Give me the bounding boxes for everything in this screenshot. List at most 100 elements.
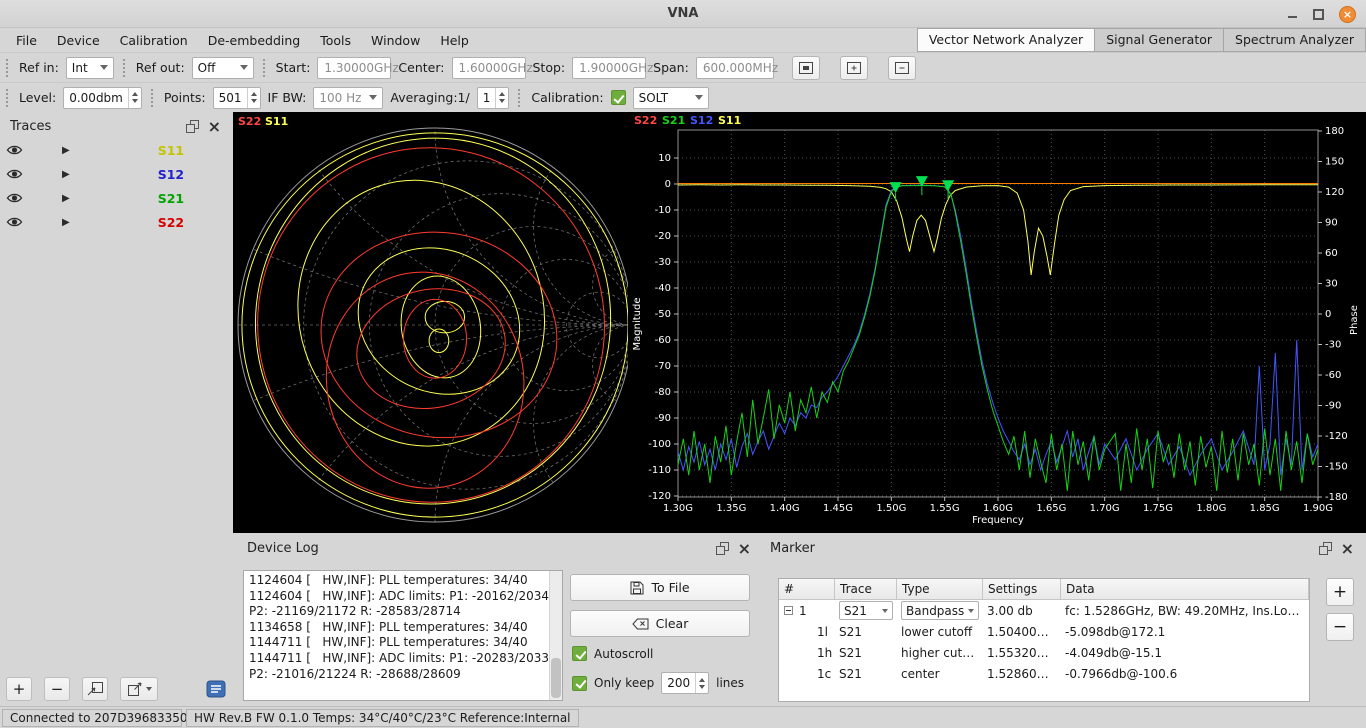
- marker-column-trace[interactable]: Trace: [835, 579, 897, 600]
- remove-marker-button[interactable]: −: [1326, 613, 1354, 641]
- spin-up-icon[interactable]: [499, 92, 505, 96]
- svg-text:1.65G: 1.65G: [1036, 503, 1066, 514]
- spin-down-icon[interactable]: [499, 99, 505, 103]
- close-panel-icon[interactable]: ×: [1341, 543, 1354, 555]
- autoscroll-checkbox[interactable]: [572, 646, 587, 661]
- close-panel-icon[interactable]: ×: [738, 543, 751, 555]
- zoom-in-button[interactable]: [840, 56, 868, 80]
- scrollbar-thumb[interactable]: [551, 658, 561, 698]
- visibility-toggle[interactable]: [6, 168, 26, 180]
- spin-up-icon[interactable]: [251, 92, 257, 96]
- zoom-out-button[interactable]: [888, 56, 916, 80]
- marker-type-select[interactable]: Bandpass: [901, 601, 979, 620]
- tree-collapse-icon[interactable]: [784, 606, 793, 615]
- tab-vector-network-analyzer[interactable]: Vector Network Analyzer: [917, 28, 1095, 52]
- spin-down-icon[interactable]: [132, 99, 138, 103]
- toolbar-handle[interactable]: [6, 59, 10, 77]
- points-spinbox[interactable]: 501: [213, 87, 261, 109]
- menu-window[interactable]: Window: [361, 30, 430, 51]
- expander-icon[interactable]: ▶: [62, 193, 70, 204]
- autoscroll-option[interactable]: Autoscroll: [572, 646, 653, 661]
- tab-signal-generator[interactable]: Signal Generator: [1095, 28, 1224, 52]
- calibration-select[interactable]: SOLT: [633, 87, 709, 109]
- menu-device[interactable]: Device: [47, 30, 110, 51]
- marker-trace: S21: [835, 667, 897, 681]
- only-keep-checkbox[interactable]: [572, 676, 587, 691]
- only-keep-spinbox[interactable]: 200: [661, 672, 709, 694]
- marker-row-1l[interactable]: 1lS21lower cutoff1.50400GHz-5.098db@172.…: [779, 621, 1309, 642]
- toolbar-handle[interactable]: [518, 89, 522, 107]
- import-data-button[interactable]: [82, 677, 108, 701]
- svg-text:1.90G: 1.90G: [1303, 503, 1333, 514]
- marker-column-[interactable]: #: [779, 579, 835, 600]
- stop-frequency-input[interactable]: 1.90000GHz: [572, 57, 646, 79]
- menu-help[interactable]: Help: [430, 30, 479, 51]
- smith-chart[interactable]: S22S11: [233, 112, 628, 533]
- float-panel-icon[interactable]: [716, 542, 729, 555]
- span-frequency-input[interactable]: 600.000MHz: [696, 57, 774, 79]
- start-frequency-input[interactable]: 1.30000GHz: [317, 57, 391, 79]
- magnitude-phase-chart[interactable]: 100-10-20-30-40-50-60-70-80-90-100-110-1…: [628, 112, 1366, 533]
- ref-in-select[interactable]: Int: [66, 57, 114, 79]
- marker-settings[interactable]: 3.00 db: [983, 604, 1061, 618]
- menu-calibration[interactable]: Calibration: [110, 30, 198, 51]
- device-log-output[interactable]: 1124604 [ HW,INF]: PLL temperatures: 34/…: [243, 570, 563, 701]
- marker-column-type[interactable]: Type: [897, 579, 983, 600]
- close-button[interactable]: ×: [1339, 6, 1356, 23]
- full-span-button[interactable]: [792, 56, 820, 80]
- calibration-checkbox[interactable]: [611, 90, 626, 105]
- menu-deembedding[interactable]: De-embedding: [198, 30, 311, 51]
- titlebar[interactable]: VNA ×: [0, 0, 1366, 28]
- log-line: P2: -21016/21224 R: -28688/28609: [249, 667, 546, 683]
- visibility-toggle[interactable]: [6, 216, 26, 228]
- marker-table-header[interactable]: #TraceTypeSettingsData: [779, 579, 1309, 600]
- chart-legend-s12: S12: [690, 114, 713, 127]
- marker-row-1h[interactable]: 1hS21higher cut…1.55320GHz-4.049db@-15.1: [779, 642, 1309, 663]
- spin-up-icon[interactable]: [699, 678, 705, 682]
- visibility-toggle[interactable]: [6, 144, 26, 156]
- marker-row-1[interactable]: 1S21Bandpass3.00 dbfc: 1.5286GHz, BW: 49…: [779, 600, 1309, 621]
- marker-column-data[interactable]: Data: [1061, 579, 1309, 600]
- ifbw-select[interactable]: 100 Hz: [313, 87, 383, 109]
- close-panel-icon[interactable]: ×: [208, 121, 221, 133]
- marker-row-1c[interactable]: 1cS21center1.52860GHz-0.7966db@-100.6: [779, 663, 1309, 684]
- session-log-button[interactable]: [206, 680, 226, 698]
- marker-id: 1h: [817, 646, 832, 660]
- add-marker-button[interactable]: +: [1326, 578, 1354, 606]
- menu-file[interactable]: File: [6, 30, 47, 51]
- float-panel-icon[interactable]: [1319, 542, 1332, 555]
- scrollbar[interactable]: [549, 571, 562, 700]
- to-file-button[interactable]: To File: [570, 574, 750, 601]
- spin-down-icon[interactable]: [699, 685, 705, 689]
- marker-settings[interactable]: 1.55320GHz: [983, 646, 1061, 660]
- float-panel-icon[interactable]: [186, 120, 199, 133]
- maximize-button[interactable]: [1313, 9, 1324, 20]
- spin-down-icon[interactable]: [251, 99, 257, 103]
- marker-trace-select[interactable]: S21: [839, 601, 893, 620]
- toolbar-handle[interactable]: [6, 89, 10, 107]
- ref-out-select[interactable]: Off: [192, 57, 254, 79]
- minimize-button[interactable]: [1286, 8, 1298, 20]
- level-spinbox[interactable]: 0.00dbm: [63, 87, 142, 109]
- clear-log-button[interactable]: Clear: [570, 610, 750, 637]
- export-data-button[interactable]: [120, 677, 158, 701]
- expander-icon[interactable]: ▶: [62, 145, 70, 156]
- expander-icon[interactable]: ▶: [62, 169, 70, 180]
- center-frequency-input[interactable]: 1.60000GHz: [452, 57, 526, 79]
- toolbar-handle[interactable]: [123, 59, 127, 77]
- svg-text:150: 150: [1325, 157, 1344, 168]
- toolbar-handle[interactable]: [263, 59, 267, 77]
- marker-settings[interactable]: 1.50400GHz: [983, 625, 1061, 639]
- marker-column-settings[interactable]: Settings: [983, 579, 1061, 600]
- marker-data: fc: 1.5286GHz, BW: 49.20MHz, Ins.Los…: [1061, 604, 1309, 618]
- menu-tools[interactable]: Tools: [310, 30, 361, 51]
- marker-settings[interactable]: 1.52860GHz: [983, 667, 1061, 681]
- toolbar-handle[interactable]: [151, 89, 155, 107]
- remove-trace-button[interactable]: −: [44, 677, 70, 701]
- expander-icon[interactable]: ▶: [62, 217, 70, 228]
- visibility-toggle[interactable]: [6, 192, 26, 204]
- averaging-spinbox[interactable]: 1: [477, 87, 510, 109]
- add-trace-button[interactable]: +: [6, 677, 32, 701]
- spin-up-icon[interactable]: [132, 92, 138, 96]
- tab-spectrum-analyzer[interactable]: Spectrum Analyzer: [1224, 28, 1366, 52]
